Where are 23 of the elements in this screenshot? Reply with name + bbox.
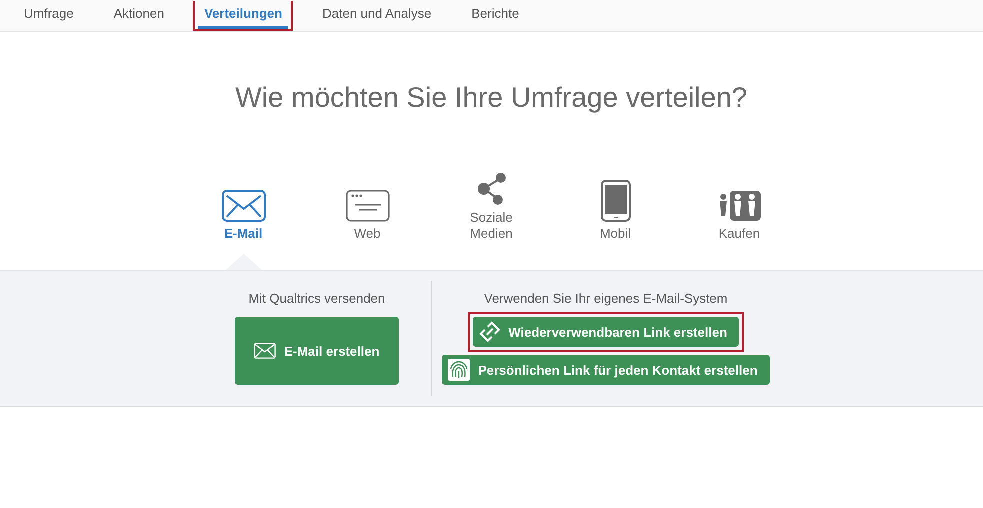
envelope-icon (222, 190, 266, 222)
people-icon (718, 190, 760, 222)
channel-option[interactable]: Kaufen (678, 164, 802, 270)
page-heading: Wie möchten Sie Ihre Umfrage verteilen? (234, 82, 748, 114)
nav-tab[interactable]: Aktionen (108, 1, 170, 29)
channel-option[interactable]: Web (306, 164, 430, 270)
channel-option[interactable]: Mobil (554, 164, 678, 270)
nav-tab[interactable]: Umfrage (18, 1, 80, 29)
share-icon (476, 172, 508, 206)
section-title: Mit Qualtrics versenden (248, 291, 386, 306)
browser-window-icon (346, 190, 390, 222)
create-link-button[interactable]: Wiederverwendbaren Link erstellen (472, 317, 740, 347)
create-link-button[interactable]: Persönlichen Link für jeden Kontakt erstellen (442, 355, 770, 385)
channel-option[interactable]: Soziale Medien (430, 164, 554, 270)
create-email-button[interactable]: E-Mail erstellen (235, 317, 399, 385)
envelope-icon (254, 343, 276, 359)
fingerprint-icon (448, 359, 470, 381)
section-title: Verwenden Sie Ihr eigenes E-Mail-System (484, 291, 728, 306)
nav-tab[interactable]: Berichte (466, 1, 526, 29)
nav-tab[interactable]: Daten und Analyse (316, 1, 438, 29)
link-icon (478, 321, 501, 343)
nav-tab[interactable]: Verteilungen (198, 1, 288, 29)
tablet-icon (600, 180, 630, 222)
